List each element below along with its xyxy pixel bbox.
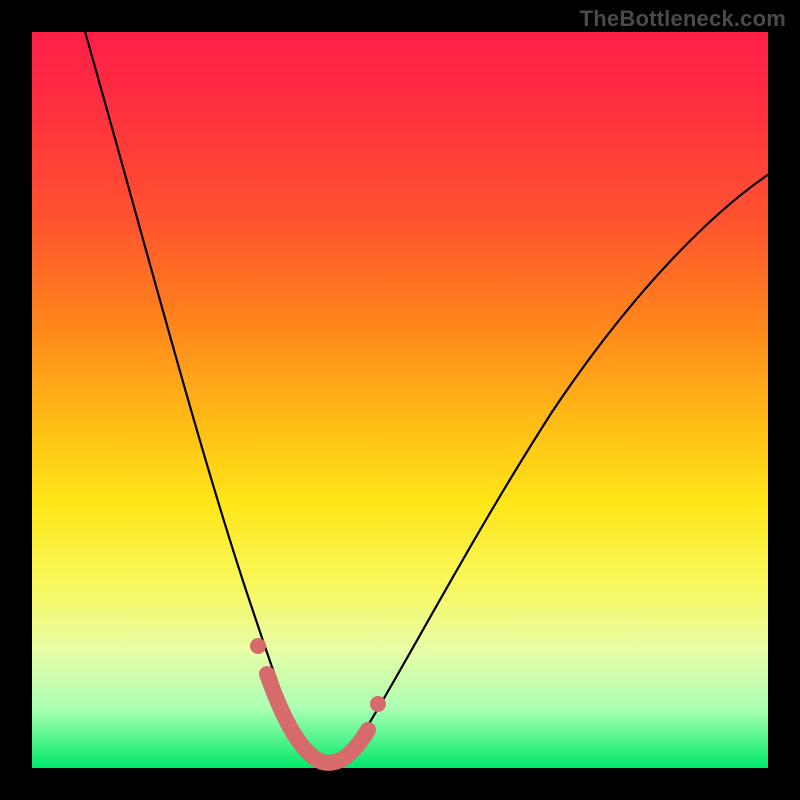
curve-right-branch [346,172,772,760]
highlight-dot-right [370,696,386,712]
watermark-text: TheBottleneck.com [580,6,786,32]
highlight-segment [267,674,368,763]
plot-area [32,32,768,768]
curve-layer [32,32,768,768]
curve-left-branch [84,28,310,760]
highlight-dot-left [250,638,266,654]
chart-frame: TheBottleneck.com [0,0,800,800]
